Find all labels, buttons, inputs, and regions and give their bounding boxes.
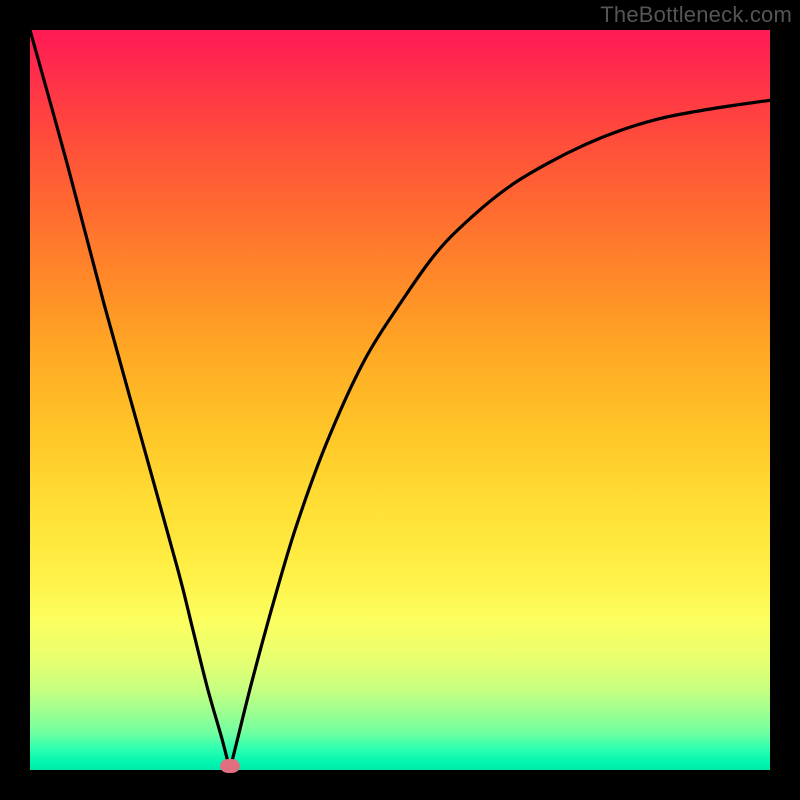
watermark-text: TheBottleneck.com (600, 2, 792, 28)
chart-frame: TheBottleneck.com (0, 0, 800, 800)
optimum-marker (220, 759, 240, 773)
bottleneck-curve-line (30, 30, 770, 770)
chart-svg (30, 30, 770, 770)
